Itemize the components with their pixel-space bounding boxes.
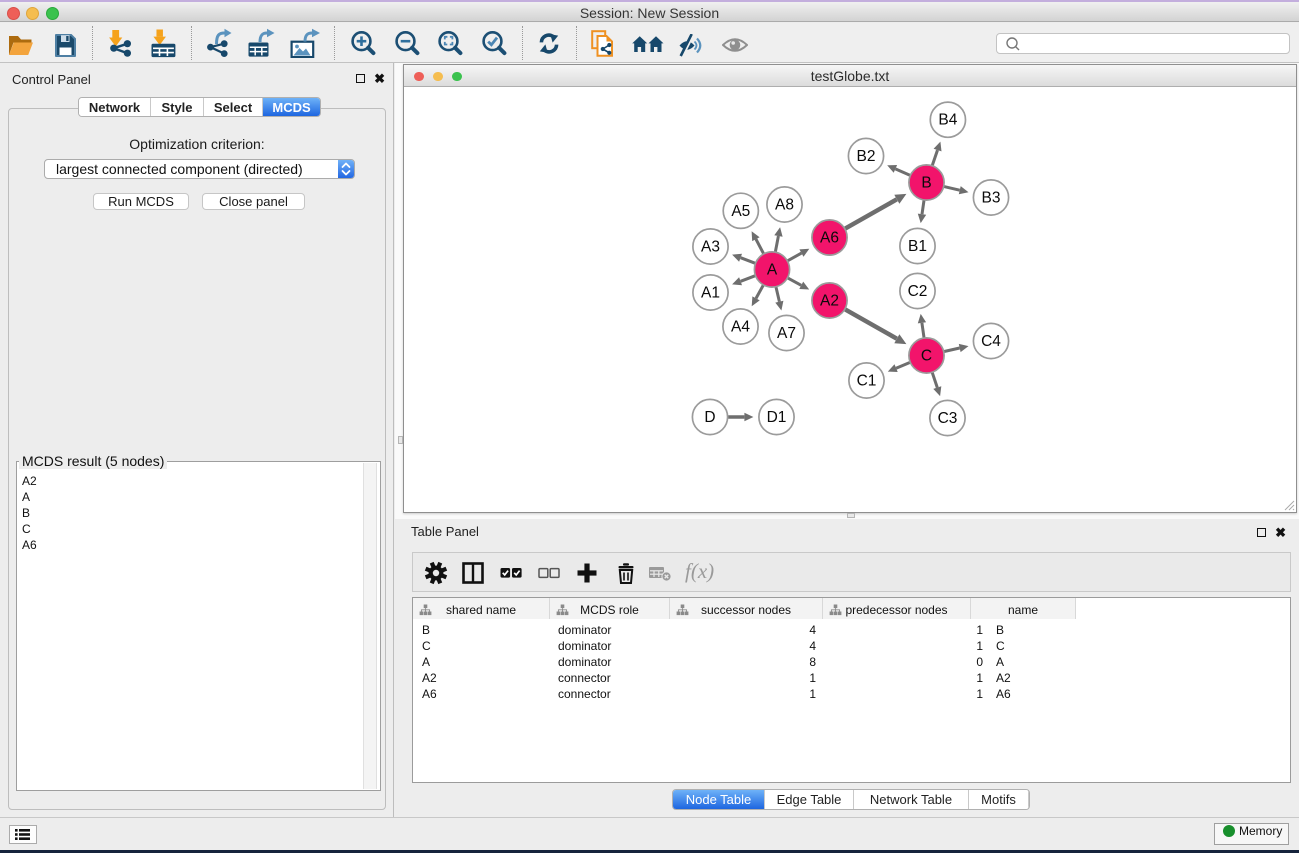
svg-text:A5: A5 <box>731 203 750 220</box>
svg-text:C2: C2 <box>908 283 928 300</box>
svg-text:A6: A6 <box>820 230 839 247</box>
svg-text:C1: C1 <box>857 373 877 390</box>
svg-text:B: B <box>921 175 931 192</box>
svg-text:D: D <box>704 409 715 426</box>
svg-text:A4: A4 <box>731 319 750 336</box>
svg-text:B2: B2 <box>857 148 876 165</box>
svg-text:C4: C4 <box>981 333 1001 350</box>
svg-text:B1: B1 <box>908 238 927 255</box>
svg-text:A2: A2 <box>820 293 839 310</box>
svg-text:A1: A1 <box>701 285 720 302</box>
svg-text:A8: A8 <box>775 197 794 214</box>
svg-text:B3: B3 <box>982 190 1001 207</box>
svg-text:C: C <box>921 348 932 365</box>
svg-text:A: A <box>767 262 778 279</box>
svg-text:A3: A3 <box>701 239 720 256</box>
svg-text:A7: A7 <box>777 325 796 342</box>
svg-text:C3: C3 <box>938 410 958 427</box>
svg-text:B4: B4 <box>938 112 957 129</box>
svg-text:D1: D1 <box>767 409 787 426</box>
